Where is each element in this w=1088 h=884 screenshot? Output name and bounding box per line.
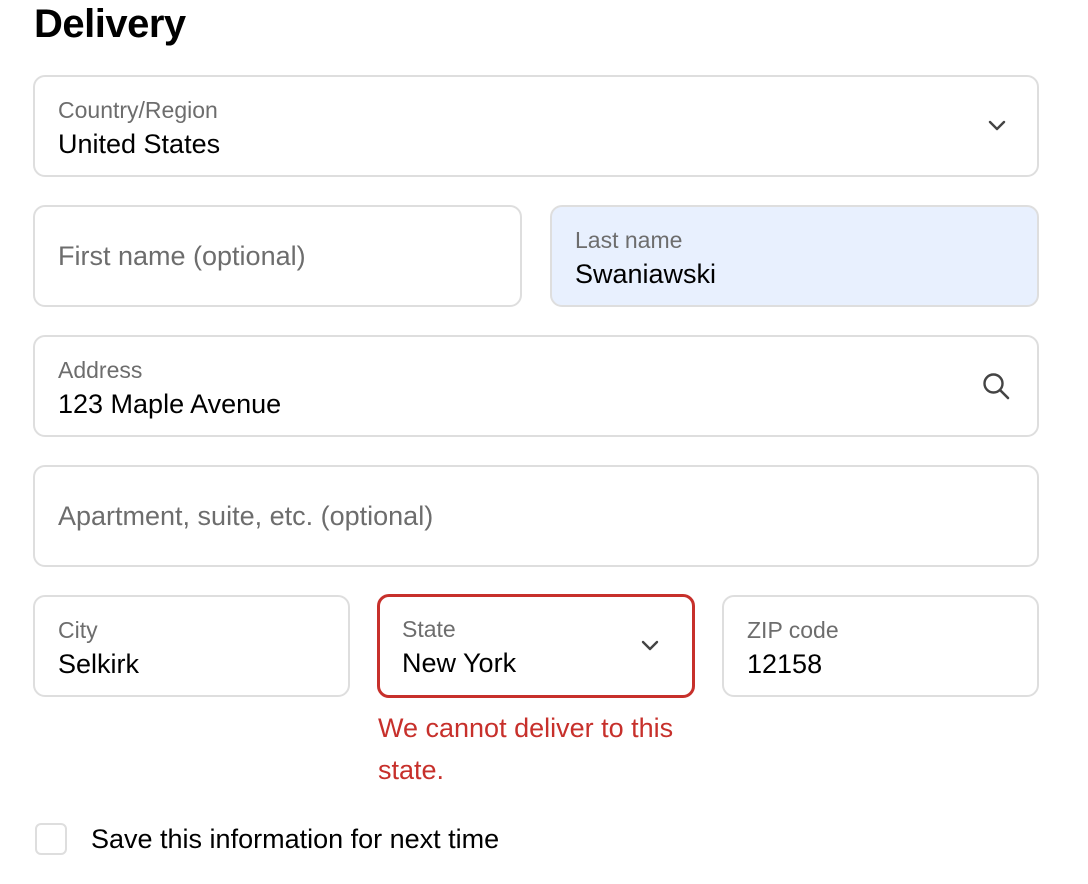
city-value: Selkirk	[58, 649, 140, 679]
chevron-down-icon	[640, 640, 660, 652]
country-select[interactable]: Country/Region United States	[33, 75, 1039, 177]
state-label: State	[402, 616, 456, 642]
apartment-placeholder: Apartment, suite, etc. (optional)	[58, 500, 434, 531]
last-name-field[interactable]: Last name Swaniawski	[550, 205, 1039, 307]
last-name-label: Last name	[575, 227, 683, 253]
state-value: New York	[402, 648, 517, 678]
zip-label: ZIP code	[747, 617, 839, 643]
first-name-placeholder: First name (optional)	[58, 240, 306, 271]
chevron-down-icon	[987, 120, 1007, 132]
save-info-checkbox[interactable]	[35, 823, 67, 855]
zip-value: 12158	[747, 649, 823, 679]
search-icon[interactable]	[981, 371, 1011, 401]
section-title: Delivery	[34, 2, 186, 46]
city-field[interactable]: City Selkirk	[33, 595, 350, 697]
address-value: 123 Maple Avenue	[58, 389, 282, 419]
country-value: United States	[58, 129, 221, 159]
first-name-field[interactable]: First name (optional)	[33, 205, 522, 307]
state-select[interactable]: State New York	[377, 594, 695, 698]
save-info-label: Save this information for next time	[91, 823, 500, 854]
last-name-value: Swaniawski	[575, 259, 717, 289]
state-error-message: We cannot deliver to this state.	[378, 713, 674, 785]
save-info-row[interactable]: Save this information for next time	[35, 820, 499, 858]
apartment-field[interactable]: Apartment, suite, etc. (optional)	[33, 465, 1039, 567]
address-field[interactable]: Address 123 Maple Avenue	[33, 335, 1039, 437]
zip-field[interactable]: ZIP code 12158	[722, 595, 1039, 697]
country-label: Country/Region	[58, 97, 218, 123]
address-label: Address	[58, 357, 143, 383]
city-label: City	[58, 617, 98, 643]
